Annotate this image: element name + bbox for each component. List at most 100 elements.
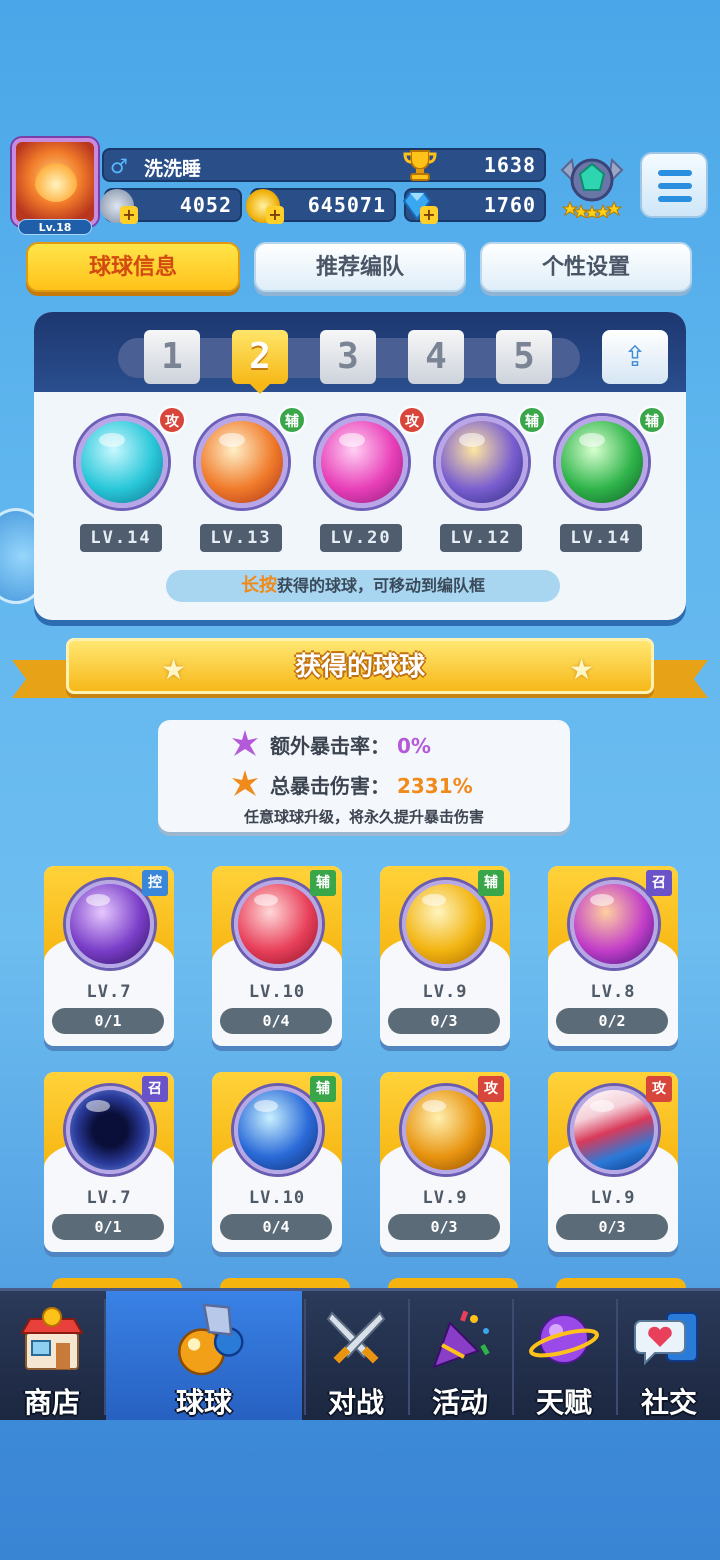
ball-progress: 0/4: [220, 1008, 332, 1034]
team-member-ball[interactable]: [76, 416, 168, 508]
ball-card[interactable]: 召 LV.7 0/1: [44, 1072, 174, 1252]
rank-emblem-icon[interactable]: [556, 150, 628, 218]
nav-label: 球球: [175, 1386, 232, 1419]
planet-icon: [529, 1314, 599, 1364]
ball-icon: [234, 1086, 322, 1174]
role-badge: 攻: [646, 1076, 672, 1102]
share-team-button[interactable]: ⇪: [602, 330, 668, 384]
add-coins-button[interactable]: +: [266, 206, 284, 224]
role-badge: 攻: [478, 1076, 504, 1102]
tab-recommended-team[interactable]: 推荐编队: [254, 242, 466, 292]
nav-balls[interactable]: 球球: [106, 1291, 302, 1423]
player-name: 洗洗睡: [144, 158, 202, 180]
team-member-ball[interactable]: [436, 416, 528, 508]
role-badge: 辅: [638, 406, 666, 434]
ball-progress: 0/3: [388, 1008, 500, 1034]
nav-battle[interactable]: 对战: [306, 1291, 406, 1423]
team-member-level: LV.12: [440, 524, 522, 552]
main-menu-button[interactable]: [640, 152, 708, 218]
team-panel: 1 2 3 4 5 ⇪ 攻 LV.14 辅 LV.13 攻 LV.20 辅 LV…: [34, 312, 686, 620]
player-avatar[interactable]: [12, 138, 98, 226]
ball-card[interactable]: 辅 LV.9 0/3: [380, 866, 510, 1046]
ball-icon: [402, 880, 490, 968]
phoenix-emblem-icon: [34, 158, 78, 202]
ball-icon: [66, 880, 154, 968]
energy-bar: + 4052: [100, 188, 242, 224]
extra-crit-value: 0%: [396, 734, 431, 758]
ball-icon: [402, 1086, 490, 1174]
star-icon: ★: [569, 653, 595, 686]
team-member-ball[interactable]: [196, 416, 288, 508]
coin-count: 645071: [307, 193, 386, 217]
party-popper-icon: [432, 1310, 490, 1369]
team-member-level: LV.13: [200, 524, 282, 552]
ball-level: LV.7: [86, 1188, 132, 1208]
team-hint: 长按获得的球球，可移动到编队框: [166, 570, 560, 602]
ball-card[interactable]: 辅 LV.10 0/4: [212, 866, 342, 1046]
crit-note: 任意球球升级，将永久提升暴击伤害: [243, 808, 484, 826]
team-slot-3[interactable]: 3: [320, 330, 376, 384]
ball-card[interactable]: 攻 LV.9 0/3: [380, 1072, 510, 1252]
role-badge: 辅: [310, 870, 336, 896]
ball-card[interactable]: 辅 LV.10 0/4: [212, 1072, 342, 1252]
ball-level: LV.8: [590, 982, 636, 1002]
total-crit-label: 总暴击伤害：: [270, 774, 390, 798]
collection-title: 获得的球球: [294, 652, 425, 682]
team-member-level: LV.14: [560, 524, 642, 552]
ball-card[interactable]: 召 LV.8 0/2: [548, 866, 678, 1046]
crit-damage-icon: [232, 770, 258, 796]
team-slot-4[interactable]: 4: [408, 330, 464, 384]
add-energy-button[interactable]: +: [120, 206, 138, 224]
nav-talent[interactable]: 天赋: [514, 1291, 614, 1423]
team-slot-1[interactable]: 1: [144, 330, 200, 384]
role-badge: 辅: [478, 870, 504, 896]
gender-icon: ♂: [110, 154, 128, 178]
tab-ball-info[interactable]: 球球信息: [26, 242, 240, 292]
nav-events[interactable]: 活动: [410, 1291, 510, 1423]
player-level-badge: Lv.18: [18, 219, 92, 235]
ball-icon: [570, 880, 658, 968]
team-member-ball[interactable]: [556, 416, 648, 508]
ball-level: LV.9: [422, 982, 468, 1002]
nav-label: 商店: [23, 1386, 80, 1419]
role-badge: 攻: [398, 406, 426, 434]
ball-progress: 0/4: [220, 1214, 332, 1240]
star-icon: ★: [161, 653, 187, 686]
role-badge: 攻: [158, 406, 186, 434]
nav-shop[interactable]: 商店: [0, 1291, 104, 1423]
nav-label: 活动: [431, 1386, 488, 1419]
nav-social[interactable]: 社交: [618, 1291, 720, 1423]
nav-label: 对战: [327, 1386, 384, 1419]
role-badge: 辅: [518, 406, 546, 434]
shop-icon: [20, 1307, 84, 1370]
ball-card[interactable]: 控 LV.7 0/1: [44, 866, 174, 1046]
hint-text: 获得的球球，可移动到编队框: [276, 576, 485, 595]
extra-crit-label: 额外暴击率：: [270, 734, 390, 758]
trophy-count: 1638: [483, 153, 536, 177]
ball-progress: 0/3: [556, 1214, 668, 1240]
team-member-ball[interactable]: [316, 416, 408, 508]
menu-icon: [658, 170, 692, 176]
chat-heart-icon: [634, 1312, 698, 1366]
role-badge: 控: [142, 870, 168, 896]
gem-count: 1760: [483, 193, 536, 217]
ball-card[interactable]: 攻 LV.9 0/3: [548, 1072, 678, 1252]
ball-level: LV.7: [86, 982, 132, 1002]
role-badge: 召: [646, 870, 672, 896]
ball-level: LV.10: [248, 982, 306, 1002]
ball-level: LV.10: [248, 1188, 306, 1208]
ball-progress: 0/2: [556, 1008, 668, 1034]
ball-level: LV.9: [590, 1188, 636, 1208]
role-badge: 辅: [278, 406, 306, 434]
gems-bar: + 1760: [402, 188, 546, 224]
ball-progress: 0/1: [52, 1008, 164, 1034]
role-badge: 召: [142, 1076, 168, 1102]
tab-personal-settings[interactable]: 个性设置: [480, 242, 692, 292]
ball-progress: 0/3: [388, 1214, 500, 1240]
role-badge: 辅: [310, 1076, 336, 1102]
add-gems-button[interactable]: +: [420, 206, 438, 224]
trophy-icon: [403, 150, 437, 181]
collection-banner: 获得的球球 ★ ★: [12, 636, 708, 702]
team-slot-2[interactable]: 2: [232, 330, 288, 394]
team-slot-5[interactable]: 5: [496, 330, 552, 384]
